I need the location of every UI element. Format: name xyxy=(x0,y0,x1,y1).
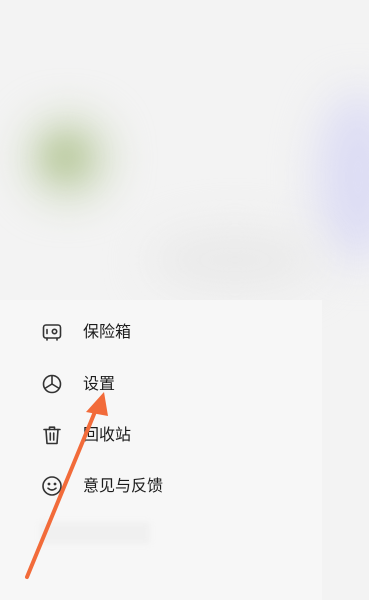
menu-item-recycle-bin[interactable]: 回收站 xyxy=(0,413,322,457)
menu-item-label: 回收站 xyxy=(83,425,132,444)
blurred-shape xyxy=(150,230,320,290)
menu-item-label: 意见与反馈 xyxy=(83,476,164,495)
safe-icon xyxy=(42,324,62,341)
settings-icon xyxy=(42,374,62,394)
menu-item-settings[interactable]: 设置 xyxy=(0,362,322,406)
smile-icon xyxy=(42,476,62,496)
menu-item-label: 保险箱 xyxy=(83,322,132,341)
trash-icon xyxy=(43,426,61,445)
blurred-shape xyxy=(318,92,369,262)
blurred-menu-row xyxy=(40,522,150,544)
menu-item-label: 设置 xyxy=(83,374,116,393)
menu-item-safe[interactable]: 保险箱 xyxy=(0,310,322,354)
blurred-shape xyxy=(48,140,82,174)
menu-item-feedback[interactable]: 意见与反馈 xyxy=(0,464,322,508)
